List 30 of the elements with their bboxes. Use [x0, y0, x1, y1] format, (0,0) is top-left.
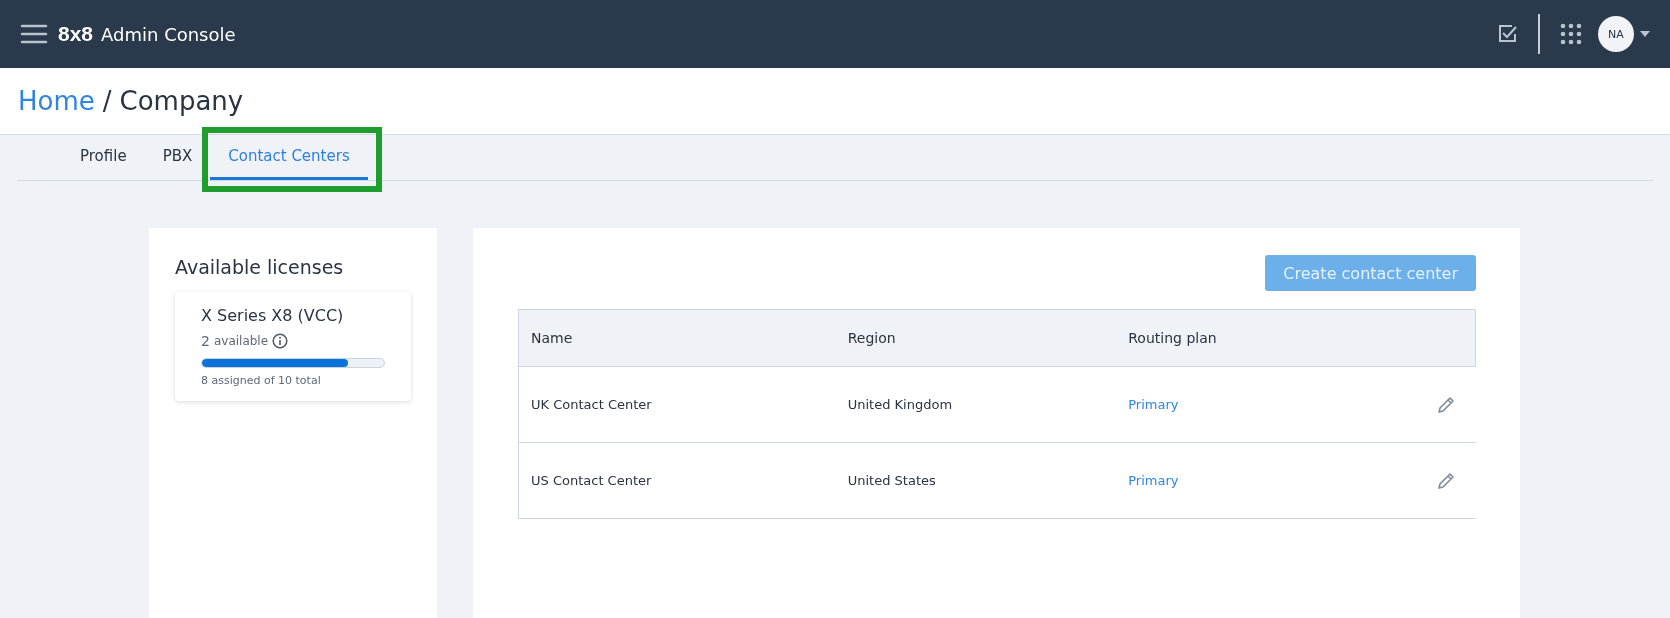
- panel-title: Available licenses: [175, 256, 345, 278]
- user-avatar[interactable]: NA: [1598, 16, 1634, 52]
- breadcrumb-current: Company: [119, 86, 244, 116]
- table-cell: US Contact Center: [518, 442, 836, 519]
- column-header: Region: [835, 309, 1117, 367]
- checkbox-icon[interactable]: [1496, 23, 1518, 45]
- table-cell: United States: [835, 442, 1117, 519]
- info-icon[interactable]: [272, 333, 289, 349]
- table-cell: UK Contact Center: [518, 366, 836, 443]
- app-title: Admin Console: [101, 23, 236, 45]
- edit-icon[interactable]: [1435, 470, 1456, 491]
- license-summary: 8 assigned of 10 total: [201, 374, 322, 387]
- column-header: Name: [518, 309, 836, 367]
- table-cell: United Kingdom: [835, 366, 1117, 443]
- column-header: Routing plan: [1116, 309, 1362, 367]
- tab[interactable]: Profile: [62, 135, 145, 180]
- logo: 8x8: [58, 22, 94, 46]
- tab[interactable]: Contact Centers: [210, 135, 368, 180]
- routing-plan-link[interactable]: Primary: [1128, 397, 1179, 412]
- apps-grid-icon[interactable]: [1560, 23, 1582, 45]
- license-name: X Series X8 (VCC): [201, 306, 345, 325]
- edit-icon[interactable]: [1435, 394, 1456, 415]
- breadcrumb-separator: /: [102, 86, 112, 116]
- available-label: available: [213, 334, 269, 348]
- breadcrumb-link[interactable]: Home: [18, 86, 95, 116]
- menu-icon[interactable]: [20, 23, 48, 45]
- caret-icon[interactable]: [1640, 31, 1650, 37]
- available-count: 2: [201, 333, 210, 349]
- tab[interactable]: PBX: [144, 135, 211, 180]
- routing-plan-link[interactable]: Primary: [1128, 473, 1179, 488]
